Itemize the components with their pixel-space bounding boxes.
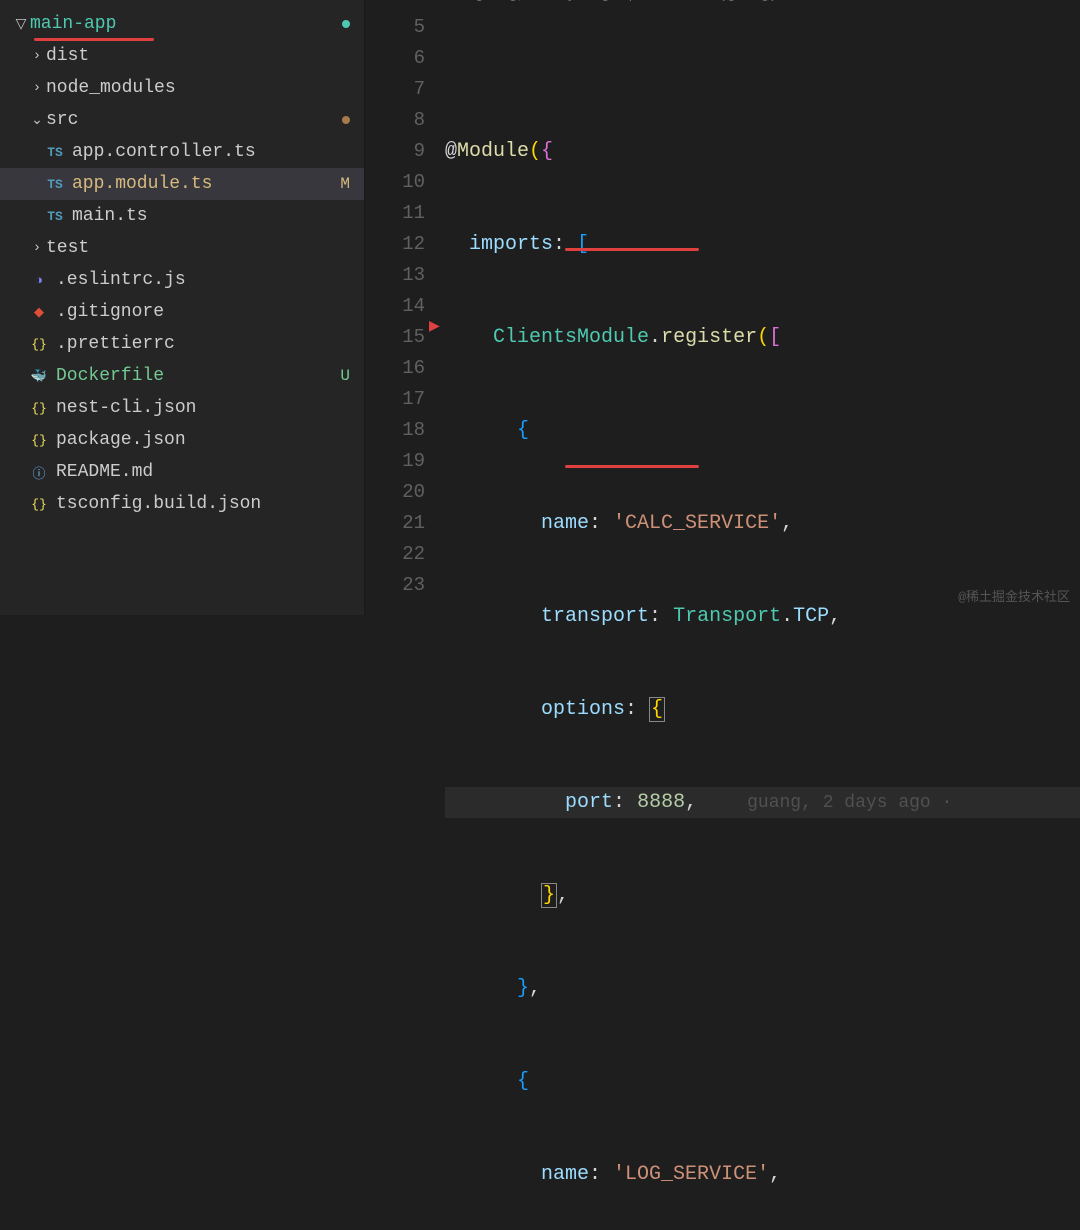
chevron-right-icon: › bbox=[28, 240, 46, 256]
line-number: 11 bbox=[365, 198, 425, 229]
folder-label: dist bbox=[46, 46, 364, 66]
line-number: 12 bbox=[365, 229, 425, 260]
chevron-down-icon: ▽ bbox=[12, 16, 30, 33]
line-number: 16 bbox=[365, 353, 425, 384]
tree-item-package-json[interactable]: {} package.json bbox=[0, 424, 364, 456]
tree-item-eslintrc[interactable]: ◑ .eslintrc.js bbox=[0, 264, 364, 296]
code-line: port: 8888,guang, 2 days ago · bbox=[445, 787, 1080, 818]
line-number: 9 bbox=[365, 136, 425, 167]
chevron-right-icon: › bbox=[28, 80, 46, 96]
line-number: 7 bbox=[365, 74, 425, 105]
json-icon: {} bbox=[28, 401, 50, 416]
code-line: @Module({ bbox=[445, 136, 1080, 167]
tree-item-dist[interactable]: › dist bbox=[0, 40, 364, 72]
code-line: name: 'CALC_SERVICE', bbox=[445, 508, 1080, 539]
line-number: 13 bbox=[365, 260, 425, 291]
git-icon: ◆ bbox=[28, 305, 50, 320]
code-line: ClientsModule.register([ bbox=[445, 322, 1080, 353]
line-number: 8 bbox=[365, 105, 425, 136]
line-number: 15 bbox=[365, 322, 425, 353]
line-number: 6 bbox=[365, 43, 425, 74]
tree-item-readme[interactable]: ⓘ README.md bbox=[0, 456, 364, 488]
chevron-right-icon: › bbox=[28, 48, 46, 64]
folder-label: node_modules bbox=[46, 78, 364, 98]
file-label: main.ts bbox=[72, 206, 364, 226]
info-icon: ⓘ bbox=[28, 463, 50, 482]
folder-label: main-app bbox=[30, 14, 364, 34]
code-line: name: 'LOG_SERVICE', bbox=[445, 1159, 1080, 1190]
tree-item-src[interactable]: ⌄ src bbox=[0, 104, 364, 136]
file-label: .prettierrc bbox=[56, 334, 364, 354]
line-number: 20 bbox=[365, 477, 425, 508]
typescript-icon: TS bbox=[44, 177, 66, 192]
tree-item-test[interactable]: › test bbox=[0, 232, 364, 264]
tree-item-app-controller[interactable]: TS app.controller.ts bbox=[0, 136, 364, 168]
code-line: options: { bbox=[445, 694, 1080, 725]
json-icon: {} bbox=[28, 337, 50, 352]
tree-item-prettierrc[interactable]: {} .prettierrc bbox=[0, 328, 364, 360]
tree-item-main-app[interactable]: ▽ main-app bbox=[0, 8, 364, 40]
docker-icon: 🐳 bbox=[28, 369, 50, 384]
code-line: }, bbox=[445, 973, 1080, 1004]
chevron-down-icon: ⌄ bbox=[28, 112, 46, 129]
file-label: tsconfig.build.json bbox=[56, 494, 364, 514]
json-icon: {} bbox=[28, 433, 50, 448]
line-number: 17 bbox=[365, 384, 425, 415]
line-number: 19 bbox=[365, 446, 425, 477]
tree-item-nest-cli[interactable]: {} nest-cli.json bbox=[0, 392, 364, 424]
folder-label: test bbox=[46, 238, 364, 258]
code-line: { bbox=[445, 1066, 1080, 1097]
file-label: nest-cli.json bbox=[56, 398, 364, 418]
file-label: app.module.ts bbox=[72, 174, 364, 194]
file-label: app.controller.ts bbox=[72, 142, 364, 162]
untracked-status: U bbox=[340, 367, 350, 385]
modified-status: M bbox=[340, 175, 350, 193]
fold-caret-icon: ▶ bbox=[429, 312, 440, 343]
annotation-underline bbox=[565, 248, 699, 251]
tree-item-tsconfig-build[interactable]: {} tsconfig.build.json bbox=[0, 488, 364, 520]
tree-item-app-module[interactable]: TS app.module.ts M bbox=[0, 168, 364, 200]
eslint-icon: ◑ bbox=[28, 273, 50, 288]
code-content[interactable]: guang, 2 days ago | 1 author (guang) @Mo… bbox=[445, 0, 1080, 615]
code-editor[interactable]: 5 6 7 8 9 10 11 12 13 14 15 16 17 18 19 … bbox=[365, 0, 1080, 615]
code-line: { bbox=[445, 415, 1080, 446]
line-gutter: 5 6 7 8 9 10 11 12 13 14 15 16 17 18 19 … bbox=[365, 0, 445, 615]
file-label: package.json bbox=[56, 430, 364, 450]
line-number: 18 bbox=[365, 415, 425, 446]
line-number: 5 bbox=[365, 12, 425, 43]
file-label: .eslintrc.js bbox=[56, 270, 364, 290]
gitlens-annotation: guang, 2 days ago | 1 author (guang) bbox=[475, 0, 777, 11]
code-line: }, bbox=[445, 880, 1080, 911]
tree-item-dockerfile[interactable]: 🐳 Dockerfile U bbox=[0, 360, 364, 392]
code-line: transport: Transport.TCP, bbox=[445, 601, 1080, 632]
code-line: imports: [ bbox=[445, 229, 1080, 260]
tree-item-main[interactable]: TS main.ts bbox=[0, 200, 364, 232]
gitlens-inline: guang, 2 days ago · bbox=[747, 793, 963, 813]
modified-dot-icon bbox=[342, 20, 350, 28]
tree-item-node-modules[interactable]: › node_modules bbox=[0, 72, 364, 104]
json-icon: {} bbox=[28, 497, 50, 512]
line-number: 14 bbox=[365, 291, 425, 322]
line-number: 21 bbox=[365, 508, 425, 539]
modified-dot-icon bbox=[342, 116, 350, 124]
file-label: README.md bbox=[56, 462, 364, 482]
line-number: 10 bbox=[365, 167, 425, 198]
tree-item-gitignore[interactable]: ◆ .gitignore bbox=[0, 296, 364, 328]
annotation-underline bbox=[565, 465, 699, 468]
typescript-icon: TS bbox=[44, 145, 66, 160]
file-label: Dockerfile bbox=[56, 366, 364, 386]
typescript-icon: TS bbox=[44, 209, 66, 224]
file-explorer[interactable]: ▽ main-app › dist › node_modules ⌄ src T… bbox=[0, 0, 365, 615]
line-number: 23 bbox=[365, 570, 425, 601]
line-number: 22 bbox=[365, 539, 425, 570]
watermark: @稀土掘金技术社区 bbox=[958, 586, 1070, 605]
folder-label: src bbox=[46, 110, 364, 130]
file-label: .gitignore bbox=[56, 302, 364, 322]
